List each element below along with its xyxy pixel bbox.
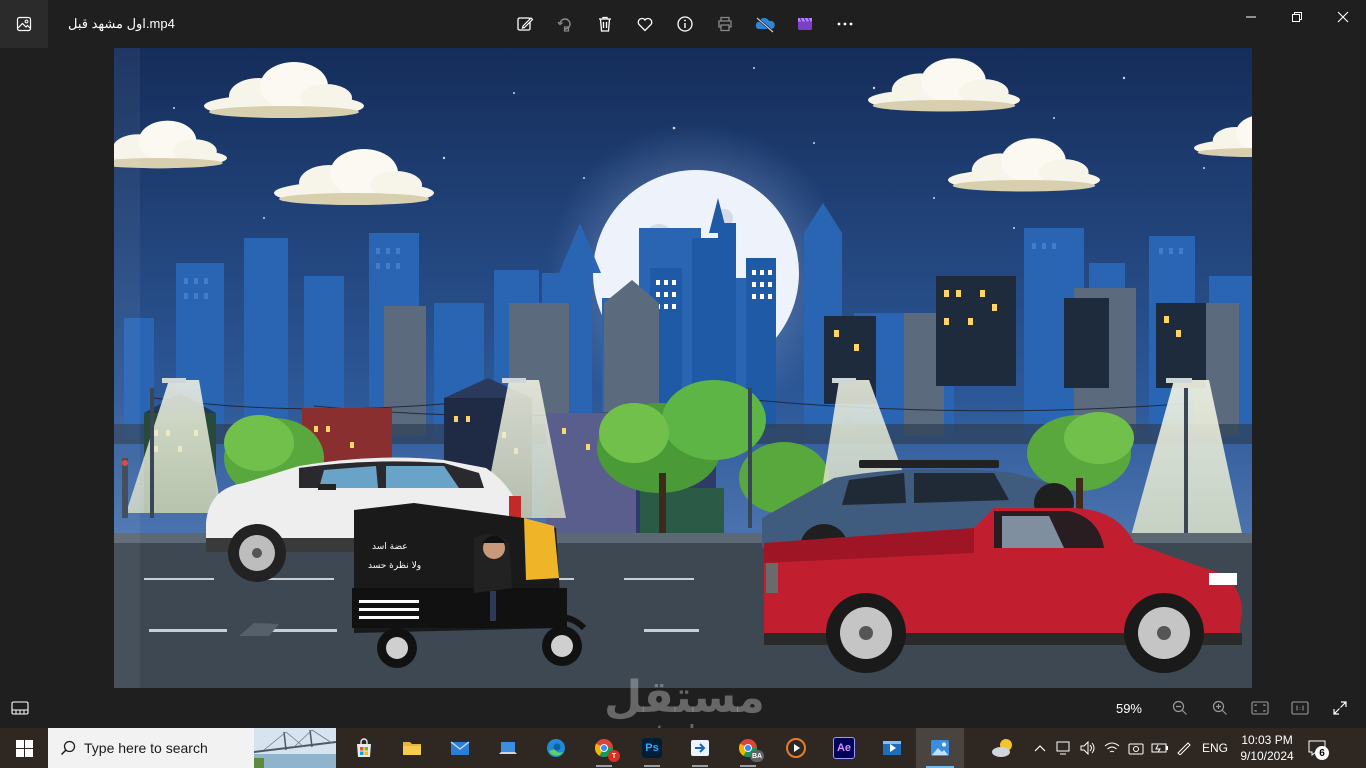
- zoom-out-icon[interactable]: [1160, 688, 1200, 728]
- video-editor-icon[interactable]: [785, 4, 825, 44]
- actual-size-icon[interactable]: [1280, 688, 1320, 728]
- file-info-icon[interactable]: [665, 4, 705, 44]
- zoom-in-icon[interactable]: [1200, 688, 1240, 728]
- media-player-icon[interactable]: [772, 728, 820, 768]
- search-icon: [60, 740, 76, 756]
- notification-center-button[interactable]: 6: [1300, 728, 1334, 768]
- clock-time: 10:03 PM: [1241, 733, 1293, 747]
- file-name: اول مشهد قبل.mp4: [68, 16, 175, 31]
- file-explorer-icon[interactable]: [388, 728, 436, 768]
- system-tray: ENG 10:03 PM 9/10/2024 6: [980, 728, 1334, 768]
- movie-editor-icon[interactable]: [868, 728, 916, 768]
- after-effects-icon[interactable]: Ae: [820, 728, 868, 768]
- favorite-icon[interactable]: [625, 4, 665, 44]
- photos-app-window: اول مشهد قبل.mp4 عضة اسد ولا نظرة حسد 59…: [0, 0, 1366, 728]
- print-icon[interactable]: [705, 4, 745, 44]
- forward-app-icon[interactable]: [676, 728, 724, 768]
- notification-count: 6: [1315, 746, 1330, 760]
- photoshop-label: Ps: [642, 738, 662, 758]
- edit-image-icon[interactable]: [505, 4, 545, 44]
- device-icon[interactable]: [1052, 728, 1076, 768]
- bottom-bar: 59%: [0, 688, 1366, 728]
- title-bar: اول مشهد قبل.mp4: [0, 0, 1366, 48]
- weather-icon[interactable]: [980, 728, 1028, 768]
- photos-taskbar-icon[interactable]: [916, 728, 964, 768]
- tuktuk-slogan-line-1: عضة اسد: [372, 542, 408, 552]
- chrome-profile-badge-ba: BA: [750, 750, 764, 762]
- camera-icon[interactable]: [1124, 728, 1148, 768]
- wifi-icon[interactable]: [1100, 728, 1124, 768]
- taskbar-search-box[interactable]: Type here to search: [48, 728, 336, 768]
- volume-icon[interactable]: [1076, 728, 1100, 768]
- tuktuk-slogan-line-2: ولا نظرة حسد: [368, 561, 422, 571]
- start-button[interactable]: [0, 728, 48, 768]
- pen-icon[interactable]: [1172, 728, 1196, 768]
- zoom-level: 59%: [1115, 700, 1142, 716]
- fullscreen-icon[interactable]: [1320, 688, 1360, 728]
- edge-icon[interactable]: [532, 728, 580, 768]
- after-effects-label: Ae: [833, 737, 855, 759]
- clock-date: 9/10/2024: [1240, 749, 1294, 763]
- toolbar: [505, 4, 865, 44]
- rotate-icon[interactable]: [545, 4, 585, 44]
- fit-to-window-icon[interactable]: [1240, 688, 1280, 728]
- laptop-app-icon[interactable]: [484, 728, 532, 768]
- microsoft-store-icon[interactable]: [340, 728, 388, 768]
- battery-icon[interactable]: [1148, 728, 1172, 768]
- chevron-up-icon[interactable]: [1028, 728, 1052, 768]
- photoshop-icon[interactable]: Ps: [628, 728, 676, 768]
- chrome-profile-badge: T: [608, 750, 620, 762]
- close-button[interactable]: [1320, 0, 1366, 34]
- restore-button[interactable]: [1274, 0, 1320, 34]
- onedrive-icon[interactable]: [745, 4, 785, 44]
- minimize-button[interactable]: [1228, 0, 1274, 34]
- mail-icon[interactable]: [436, 728, 484, 768]
- chrome-profile-t-icon[interactable]: T: [580, 728, 628, 768]
- chrome-profile-ba-icon[interactable]: BA: [724, 728, 772, 768]
- more-options-icon[interactable]: [825, 4, 865, 44]
- city-night-scene: [114, 48, 1252, 688]
- search-placeholder: Type here to search: [84, 740, 208, 756]
- input-language[interactable]: ENG: [1202, 741, 1228, 755]
- taskbar: Type here to search T Ps BA Ae ENG 10:03…: [0, 728, 1366, 768]
- search-highlight-image: [254, 728, 336, 768]
- delete-icon[interactable]: [585, 4, 625, 44]
- video-frame[interactable]: عضة اسد ولا نظرة حسد: [114, 48, 1252, 688]
- photos-app-icon[interactable]: [0, 0, 48, 48]
- system-clock[interactable]: 10:03 PM 9/10/2024: [1234, 732, 1300, 764]
- filmstrip-icon[interactable]: [8, 696, 32, 720]
